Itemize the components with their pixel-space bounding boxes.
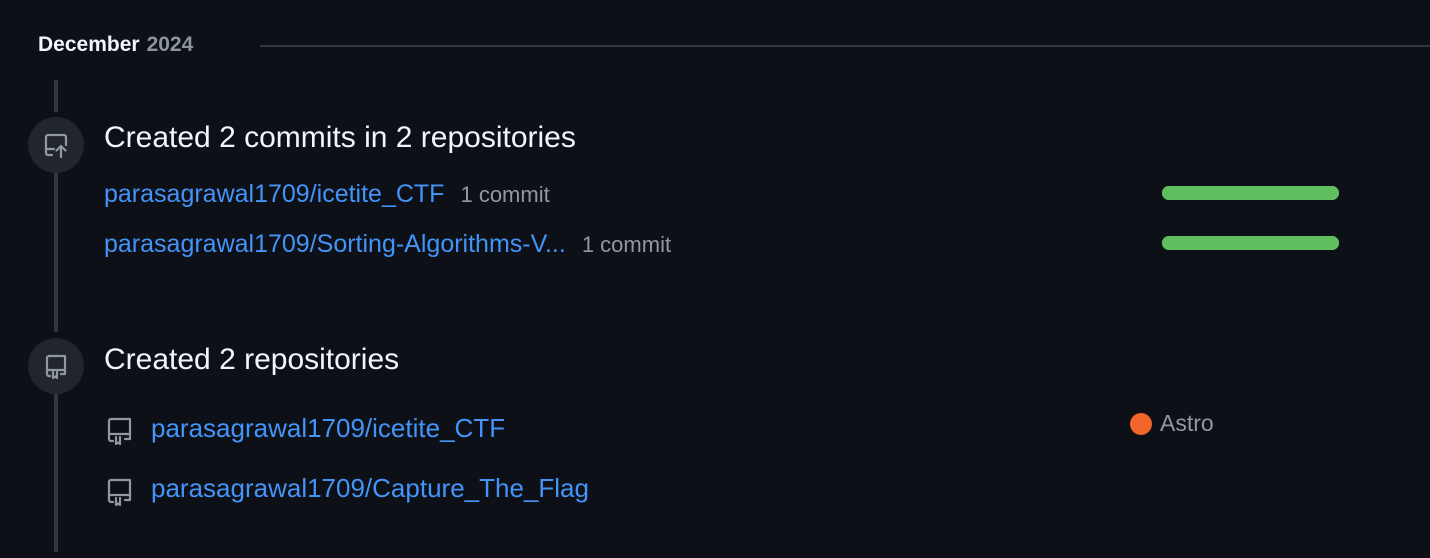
month-header: December 2024 (38, 30, 193, 60)
commit-repo-row: parasagrawal1709/icetite_CTF 1 commit (104, 180, 550, 209)
created-repo-row: parasagrawal1709/icetite_CTF (151, 413, 505, 444)
commit-repo-row: parasagrawal1709/Sorting-Algorithms-V...… (104, 230, 671, 259)
repo-badge (28, 338, 84, 394)
year-label: 2024 (146, 33, 194, 56)
commit-bar[interactable] (1162, 236, 1339, 250)
timeline-line (54, 394, 58, 552)
timeline-line (54, 172, 58, 332)
timeline-line (54, 80, 58, 112)
created-repo-row: parasagrawal1709/Capture_The_Flag (151, 473, 589, 504)
commit-bar-fill (1162, 236, 1339, 250)
repo-icon (107, 478, 132, 507)
commit-count: 1 commit (460, 182, 550, 207)
repo-language: Astro (1130, 410, 1214, 437)
commits-activity-title: Created 2 commits in 2 repositories (104, 121, 576, 154)
commit-bar-fill (1162, 186, 1339, 200)
language-color-dot (1130, 412, 1152, 435)
repo-icon (45, 354, 67, 380)
commit-repo-link[interactable]: parasagrawal1709/Sorting-Algorithms-V... (104, 230, 566, 259)
language-name: Astro (1160, 410, 1214, 436)
repo-icon (107, 417, 132, 446)
header-divider (260, 45, 1430, 47)
month-label: December (38, 33, 140, 56)
created-repo-link[interactable]: parasagrawal1709/icetite_CTF (151, 413, 505, 444)
repo-push-icon (44, 133, 68, 159)
repos-activity-title: Created 2 repositories (104, 343, 400, 376)
repo-push-badge (28, 117, 84, 173)
commit-repo-link[interactable]: parasagrawal1709/icetite_CTF (104, 180, 444, 209)
created-repo-link[interactable]: parasagrawal1709/Capture_The_Flag (151, 473, 589, 504)
commit-bar[interactable] (1162, 186, 1339, 200)
commit-count: 1 commit (581, 232, 672, 257)
